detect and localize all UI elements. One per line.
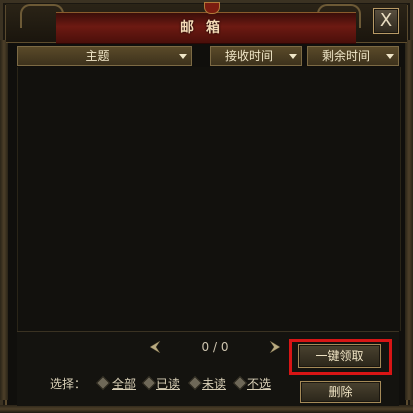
column-header-row: 主题 接收时间 剩余时间 [17,46,399,66]
column-received-time-label: 接收时间 [224,49,273,63]
collect-all-button[interactable]: 一键领取 [298,344,381,368]
dropdown-arrow-icon [386,54,394,59]
column-remaining-time-label: 剩余时间 [321,49,370,63]
title-bar: 邮箱 [6,2,407,44]
filter-option-none[interactable]: 不选 [247,375,271,392]
frame-bottom-border [0,405,413,413]
filter-option-read[interactable]: 已读 [156,375,180,392]
filter-option-all[interactable]: 全部 [112,375,136,392]
column-subject[interactable]: 主题 [17,46,192,66]
filter-label: 选择： [50,377,87,391]
window-title: 邮箱 [180,20,232,36]
filter-option-unread[interactable]: 未读 [202,375,226,392]
delete-button[interactable]: 删除 [300,381,381,403]
title-gem-icon [204,2,220,14]
column-subject-label: 主题 [85,49,110,63]
column-received-time[interactable]: 接收时间 [210,46,302,66]
title-plate: 邮箱 [56,12,356,44]
close-button[interactable]: X [373,8,399,34]
column-remaining-time[interactable]: 剩余时间 [307,46,399,66]
prev-page-arrow-icon[interactable] [149,341,161,353]
page-indicator: 0 / 0 [201,340,229,354]
dropdown-arrow-icon [289,54,297,59]
dropdown-arrow-icon [179,54,187,59]
next-page-arrow-icon[interactable] [269,341,281,353]
mailbox-window: 邮箱 X 主题 接收时间 剩余时间 0 / 0 一键领取 删除 选择： 全部 已… [0,0,413,413]
mail-list[interactable] [17,67,401,331]
